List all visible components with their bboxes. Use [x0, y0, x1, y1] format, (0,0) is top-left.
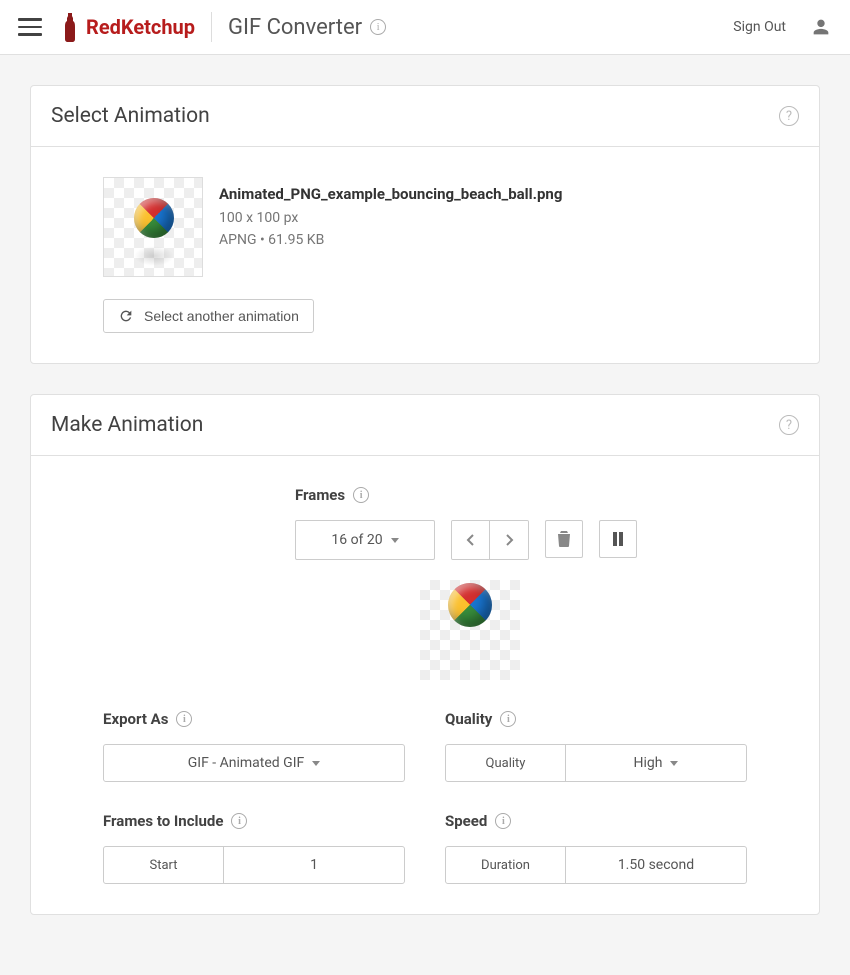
delete-frame-button[interactable]	[545, 520, 583, 558]
info-icon[interactable]: i	[231, 813, 247, 829]
export-as-label: Export As i	[103, 710, 405, 728]
start-input[interactable]: 1	[224, 847, 404, 883]
select-another-button[interactable]: Select another animation	[103, 299, 314, 333]
frame-preview	[420, 580, 520, 680]
hamburger-menu-icon[interactable]	[18, 15, 42, 39]
page-title: GIF Converter	[228, 15, 362, 40]
duration-input[interactable]: 1.50 second	[566, 847, 746, 883]
caret-down-icon	[312, 761, 320, 766]
info-icon[interactable]: i	[176, 711, 192, 727]
caret-down-icon	[670, 761, 678, 766]
header-divider	[211, 12, 212, 42]
help-icon[interactable]: ?	[779, 106, 799, 126]
sign-out-link[interactable]: Sign Out	[733, 19, 786, 35]
chevron-right-icon	[504, 533, 514, 547]
app-header: RedKetchup GIF Converter i Sign Out	[0, 0, 850, 55]
file-dimensions: 100 x 100 px	[219, 207, 562, 229]
info-icon[interactable]: i	[353, 487, 369, 503]
trash-icon	[557, 531, 571, 547]
chevron-left-icon	[466, 533, 476, 547]
info-icon[interactable]: i	[370, 19, 386, 35]
brand-name: RedKetchup	[86, 15, 195, 39]
file-thumbnail	[103, 177, 203, 277]
speed-label: Speed i	[445, 812, 747, 830]
make-animation-card: Make Animation ? Frames i 16 of 20	[30, 394, 820, 915]
brand-logo[interactable]: RedKetchup	[60, 11, 195, 43]
frame-selector-dropdown[interactable]: 16 of 20	[295, 520, 435, 560]
quality-value: High	[634, 755, 663, 771]
select-another-label: Select another animation	[144, 308, 299, 324]
quality-field-label: Quality	[446, 745, 566, 781]
export-format-value: GIF - Animated GIF	[188, 755, 305, 771]
frames-include-label: Frames to Include i	[103, 812, 405, 830]
info-icon[interactable]: i	[495, 813, 511, 829]
prev-frame-button[interactable]	[452, 521, 490, 559]
select-card-title: Select Animation	[51, 104, 210, 128]
duration-label: Duration	[446, 847, 566, 883]
caret-down-icon	[391, 538, 399, 543]
make-card-title: Make Animation	[51, 413, 203, 437]
quality-select[interactable]: High	[566, 745, 746, 781]
help-icon[interactable]: ?	[779, 415, 799, 435]
file-preview-row: Animated_PNG_example_bouncing_beach_ball…	[103, 177, 747, 277]
frames-label: Frames i	[295, 486, 747, 504]
select-animation-card: Select Animation ? Animated_PNG_example_…	[30, 85, 820, 364]
user-icon[interactable]	[810, 16, 832, 38]
ketchup-bottle-icon	[60, 11, 80, 43]
quality-label: Quality i	[445, 710, 747, 728]
export-format-select[interactable]: GIF - Animated GIF	[103, 744, 405, 782]
info-icon[interactable]: i	[500, 711, 516, 727]
file-format-size: APNG • 61.95 KB	[219, 229, 562, 251]
frame-counter: 16 of 20	[331, 532, 382, 548]
next-frame-button[interactable]	[490, 521, 528, 559]
pause-button[interactable]	[599, 520, 637, 558]
pause-icon	[612, 532, 624, 546]
refresh-icon	[118, 308, 134, 324]
file-name: Animated_PNG_example_bouncing_beach_ball…	[219, 185, 562, 203]
start-label: Start	[104, 847, 224, 883]
